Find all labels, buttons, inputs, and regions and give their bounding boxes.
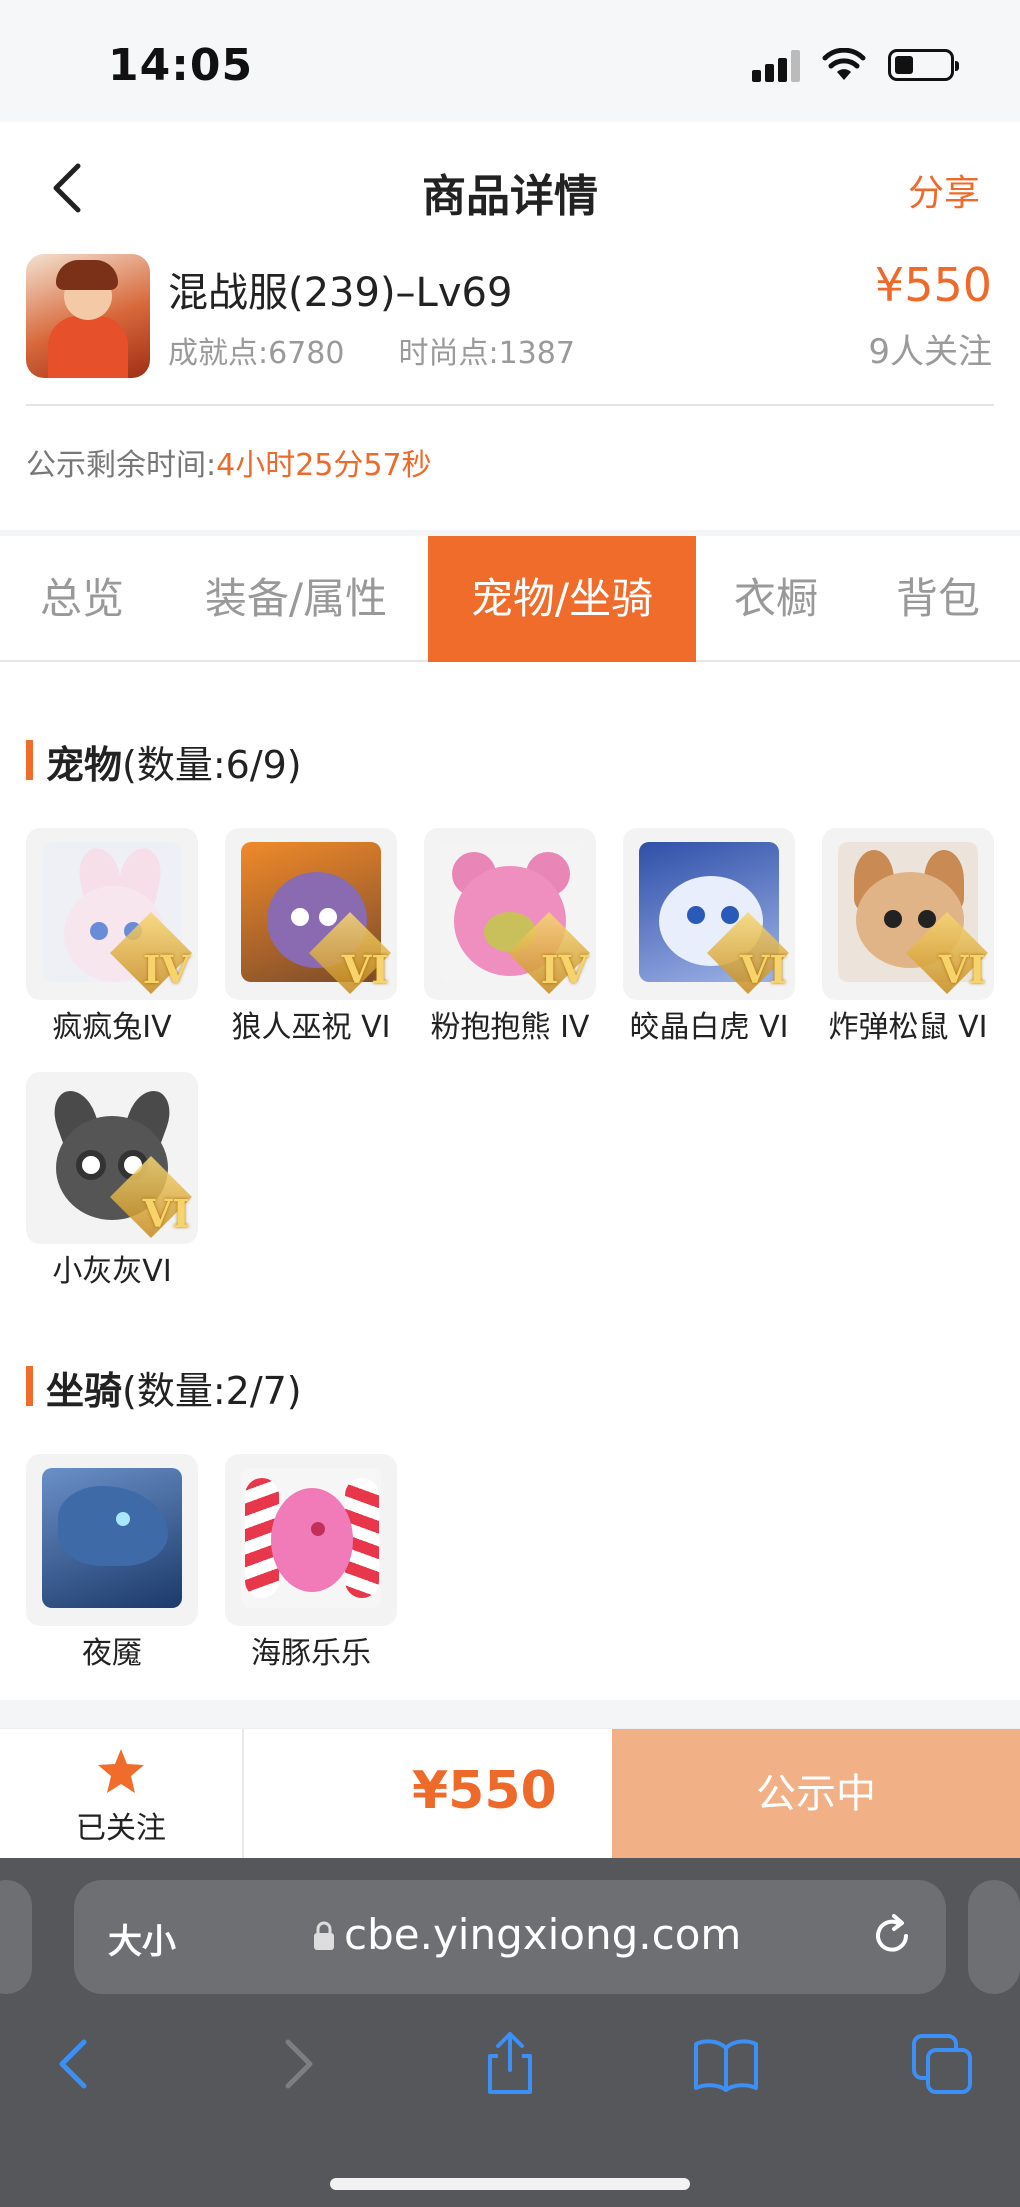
product-stats: 成就点:6780 时尚点:1387 xyxy=(168,328,575,372)
pet-name: 疯疯兔IV xyxy=(52,1010,172,1045)
tabs-icon[interactable] xyxy=(908,2030,976,2098)
pet-name: 粉抱抱熊 IV xyxy=(430,1010,590,1045)
pet-grade: IV xyxy=(540,947,588,992)
mount-name: 夜魇 xyxy=(82,1636,142,1671)
follow-label: 已关注 xyxy=(76,1811,166,1846)
fashion-points: 时尚点:1387 xyxy=(398,336,575,371)
reload-icon[interactable] xyxy=(868,1912,916,1960)
tab-equipment[interactable]: 装备/属性 xyxy=(164,536,428,662)
countdown-value: 4小时25分57秒 xyxy=(216,448,432,483)
nav-bar: 商品详情 分享 xyxy=(0,122,1020,252)
bottom-price: ¥550 xyxy=(412,1761,557,1821)
browser-toolbar: 大小 cbe.yingxiong.com xyxy=(0,1858,1020,2207)
back-icon[interactable] xyxy=(42,2030,110,2098)
follower-count: 9人关注 xyxy=(868,332,992,372)
pet-grade: IV xyxy=(142,947,190,992)
pet-tile[interactable]: VI xyxy=(225,828,397,1000)
share-button[interactable]: 分享 xyxy=(908,164,980,216)
achievement-points: 成就点:6780 xyxy=(168,336,345,371)
countdown-label: 公示剩余时间: xyxy=(26,448,217,483)
countdown: 公示剩余时间:4小时25分57秒 xyxy=(26,440,432,484)
status-time: 14:05 xyxy=(108,40,254,91)
pet-name: 狼人巫祝 VI xyxy=(231,1010,391,1045)
status-bar: 14:05 xyxy=(0,0,1020,122)
character-avatar xyxy=(26,254,150,378)
forward-icon[interactable] xyxy=(262,2030,330,2098)
pet-tile[interactable]: VI xyxy=(623,828,795,1000)
url-host: cbe.yingxiong.com xyxy=(344,1910,742,1959)
pet-name: 炸弹松鼠 VI xyxy=(828,1010,988,1045)
product-price: ¥550 xyxy=(874,258,992,312)
mount-tile[interactable] xyxy=(26,1454,198,1626)
wifi-icon xyxy=(822,48,866,80)
pet-grade: VI xyxy=(938,947,986,992)
action-bar: 已关注 ¥550 公示中 xyxy=(0,1728,1020,1859)
tab-overview[interactable]: 总览 xyxy=(0,536,164,662)
pet-grade: VI xyxy=(739,947,787,992)
mount-tile[interactable] xyxy=(225,1454,397,1626)
dolphin-mount-icon xyxy=(241,1468,381,1608)
bookmarks-icon[interactable] xyxy=(692,2030,760,2098)
tab-wardrobe[interactable]: 衣橱 xyxy=(696,536,856,662)
mount-name: 海豚乐乐 xyxy=(251,1636,371,1671)
pet-name: 皎晶白虎 VI xyxy=(629,1010,789,1045)
pet-tile[interactable]: IV xyxy=(26,828,198,1000)
section-gap xyxy=(0,1700,1020,1728)
pet-name: 小灰灰VI xyxy=(52,1254,172,1289)
pet-tile[interactable]: VI xyxy=(822,828,994,1000)
dragon-mount-icon xyxy=(42,1468,182,1608)
cellular-signal-icon xyxy=(752,48,800,82)
public-status-button[interactable]: 公示中 xyxy=(612,1729,1020,1859)
divider xyxy=(26,404,994,406)
pet-grade: VI xyxy=(341,947,389,992)
tab-pets-mounts[interactable]: 宠物/坐骑 xyxy=(428,536,696,662)
text-size-button[interactable]: 大小 xyxy=(108,1914,176,1963)
pet-tile[interactable]: VI xyxy=(26,1072,198,1244)
product-name: 混战服(239)–Lv69 xyxy=(168,270,513,316)
status-icons xyxy=(752,48,959,82)
mounts-section-title: 坐骑(数量:2/7) xyxy=(26,1360,302,1415)
star-icon xyxy=(98,1749,144,1793)
pet-tile[interactable]: IV xyxy=(424,828,596,1000)
product-summary: 混战服(239)–Lv69 成就点:6780 时尚点:1387 ¥550 9人关注… xyxy=(0,252,1020,530)
lock-icon xyxy=(314,1921,334,1950)
page-title: 商品详情 xyxy=(422,171,598,222)
tab-bar: 总览 装备/属性 宠物/坐骑 衣橱 背包 xyxy=(0,536,1020,662)
prev-tab-pill[interactable] xyxy=(0,1880,32,1994)
tab-backpack[interactable]: 背包 xyxy=(856,536,1020,662)
follow-button[interactable]: 已关注 xyxy=(0,1729,244,1859)
next-tab-pill[interactable] xyxy=(968,1880,1020,1994)
pet-grade: VI xyxy=(142,1191,190,1236)
pets-section-title: 宠物(数量:6/9) xyxy=(26,734,302,789)
home-indicator xyxy=(330,2178,690,2190)
address-bar[interactable]: 大小 cbe.yingxiong.com xyxy=(74,1880,946,1994)
battery-icon xyxy=(888,49,959,81)
share-icon[interactable] xyxy=(476,2030,544,2098)
